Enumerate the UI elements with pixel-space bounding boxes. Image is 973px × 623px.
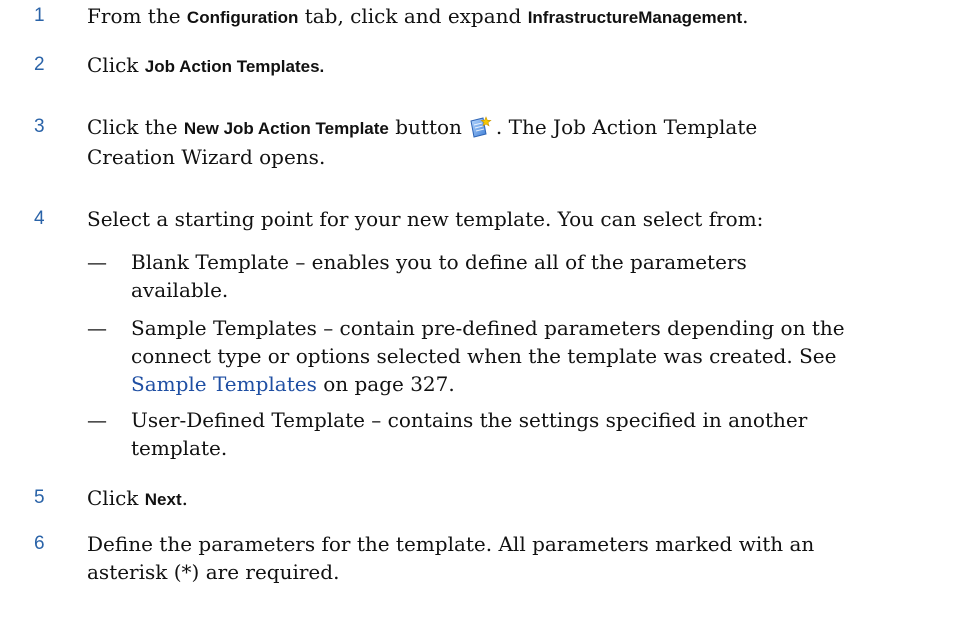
step-text: Click Next. — [87, 486, 188, 510]
step-number: 5 — [34, 487, 45, 508]
step-text: Click the New Job Action Template button… — [87, 115, 758, 169]
step-number: 2 — [34, 54, 45, 75]
configuration-tab-label: Configuration — [186, 8, 299, 27]
new-job-action-template-label: New Job Action Template — [183, 119, 389, 138]
step-number: 3 — [34, 116, 45, 137]
sample-templates-link[interactable]: Sample Templates — [131, 372, 317, 396]
step-number: 1 — [34, 5, 45, 26]
step-text: Define the parameters for the template. … — [87, 532, 815, 584]
step-number: 6 — [34, 533, 45, 554]
dash-bullet: — — [87, 250, 107, 274]
step-text: Select a starting point for your new tem… — [87, 207, 764, 231]
procedure-document: 1 From the Configuration tab, click and … — [0, 0, 973, 623]
infrastructure-management-label: InfrastructureManagement — [527, 8, 743, 27]
dash-bullet: — — [87, 316, 107, 340]
step-text: Click Job Action Templates. — [87, 53, 325, 77]
next-label: Next — [144, 490, 182, 509]
job-action-templates-label: Job Action Templates. — [144, 57, 325, 76]
step-number: 4 — [34, 208, 45, 229]
dash-bullet: — — [87, 408, 107, 432]
new-job-action-template-icon — [468, 116, 492, 138]
step-text: From the Configuration tab, click and ex… — [87, 4, 749, 28]
